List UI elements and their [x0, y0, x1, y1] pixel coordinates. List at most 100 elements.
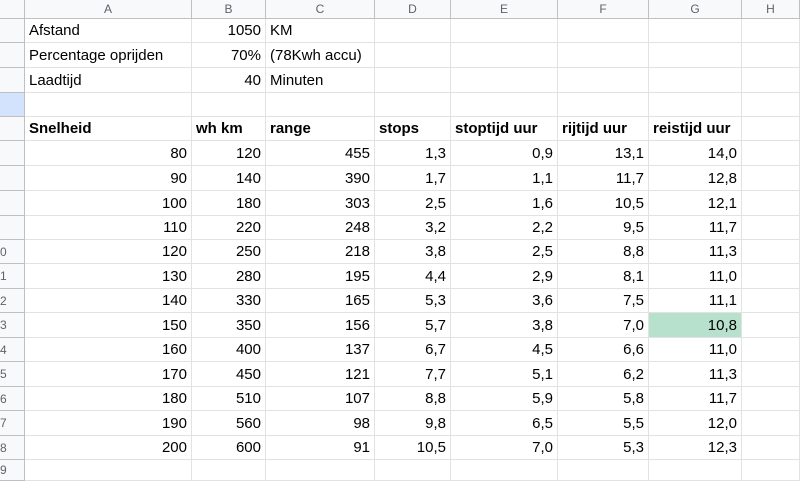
row-header[interactable]: 6 — [0, 387, 25, 411]
table-cell[interactable]: 140 — [25, 289, 192, 313]
row-header[interactable]: 7 — [0, 411, 25, 436]
empty-cell[interactable] — [375, 68, 451, 93]
table-cell[interactable]: 10,5 — [375, 436, 451, 460]
table-cell[interactable]: 80 — [25, 141, 192, 166]
empty-cell[interactable] — [742, 117, 800, 141]
empty-cell[interactable] — [742, 19, 800, 43]
table-cell[interactable]: 6,7 — [375, 338, 451, 362]
empty-cell[interactable] — [375, 460, 451, 481]
table-cell[interactable]: 98 — [266, 411, 375, 436]
table-cell[interactable]: 7,0 — [558, 313, 649, 338]
empty-cell[interactable] — [649, 460, 742, 481]
empty-cell[interactable] — [742, 43, 800, 68]
row-header[interactable] — [0, 93, 25, 117]
select-all-corner[interactable] — [0, 0, 25, 19]
table-cell[interactable]: 6,6 — [558, 338, 649, 362]
row-header[interactable]: 1 — [0, 264, 25, 289]
table-cell[interactable]: 140 — [192, 166, 266, 191]
table-cell[interactable]: 121 — [266, 362, 375, 387]
table-header[interactable]: range — [266, 117, 375, 141]
table-header[interactable]: Snelheid — [25, 117, 192, 141]
table-cell[interactable]: 3,8 — [451, 313, 558, 338]
table-cell[interactable]: 1,7 — [375, 166, 451, 191]
empty-cell[interactable] — [558, 460, 649, 481]
empty-cell[interactable] — [558, 43, 649, 68]
column-header-d[interactable]: D — [375, 0, 451, 19]
row-header[interactable]: 5 — [0, 362, 25, 387]
row-header[interactable]: 0 — [0, 240, 25, 264]
row-header[interactable] — [0, 141, 25, 166]
empty-cell[interactable] — [25, 460, 192, 481]
empty-cell[interactable] — [742, 216, 800, 240]
table-cell[interactable]: 3,2 — [375, 216, 451, 240]
empty-cell[interactable] — [192, 460, 266, 481]
table-cell[interactable]: 14,0 — [649, 141, 742, 166]
table-cell[interactable]: 100 — [25, 191, 192, 216]
empty-cell[interactable] — [742, 93, 800, 117]
empty-cell[interactable] — [451, 68, 558, 93]
table-cell[interactable]: 12,8 — [649, 166, 742, 191]
empty-cell[interactable] — [742, 387, 800, 411]
row-header[interactable]: 8 — [0, 436, 25, 460]
param-unit[interactable]: (78Kwh accu) — [266, 43, 375, 68]
table-cell[interactable]: 160 — [25, 338, 192, 362]
table-cell[interactable]: 2,5 — [375, 191, 451, 216]
empty-cell[interactable] — [375, 19, 451, 43]
table-cell[interactable]: 455 — [266, 141, 375, 166]
table-cell[interactable]: 91 — [266, 436, 375, 460]
empty-cell[interactable] — [742, 240, 800, 264]
empty-cell[interactable] — [558, 19, 649, 43]
table-cell[interactable]: 8,8 — [375, 387, 451, 411]
table-cell[interactable]: 11,3 — [649, 362, 742, 387]
empty-cell[interactable] — [558, 93, 649, 117]
empty-cell[interactable] — [742, 436, 800, 460]
table-cell[interactable]: 11,7 — [649, 387, 742, 411]
table-cell[interactable]: 8,1 — [558, 264, 649, 289]
empty-cell[interactable] — [375, 43, 451, 68]
table-cell[interactable]: 11,7 — [649, 216, 742, 240]
table-header[interactable]: reistijd uur — [649, 117, 742, 141]
table-cell[interactable]: 280 — [192, 264, 266, 289]
highlighted-cell[interactable]: 10,8 — [649, 313, 742, 338]
empty-cell[interactable] — [742, 411, 800, 436]
empty-cell[interactable] — [742, 166, 800, 191]
table-cell[interactable]: 190 — [25, 411, 192, 436]
column-header-f[interactable]: F — [558, 0, 649, 19]
param-value[interactable]: 70% — [192, 43, 266, 68]
empty-cell[interactable] — [451, 43, 558, 68]
table-cell[interactable]: 248 — [266, 216, 375, 240]
empty-cell[interactable] — [375, 93, 451, 117]
table-cell[interactable]: 3,8 — [375, 240, 451, 264]
empty-cell[interactable] — [742, 264, 800, 289]
table-cell[interactable]: 560 — [192, 411, 266, 436]
table-cell[interactable]: 11,3 — [649, 240, 742, 264]
empty-cell[interactable] — [649, 19, 742, 43]
row-header[interactable] — [0, 19, 25, 43]
empty-cell[interactable] — [742, 338, 800, 362]
empty-cell[interactable] — [742, 289, 800, 313]
column-header-g[interactable]: G — [649, 0, 742, 19]
empty-cell[interactable] — [742, 313, 800, 338]
table-header[interactable]: rijtijd uur — [558, 117, 649, 141]
column-header-e[interactable]: E — [451, 0, 558, 19]
empty-cell[interactable] — [451, 460, 558, 481]
table-cell[interactable]: 2,9 — [451, 264, 558, 289]
table-cell[interactable]: 350 — [192, 313, 266, 338]
table-cell[interactable]: 218 — [266, 240, 375, 264]
table-cell[interactable]: 3,6 — [451, 289, 558, 313]
table-cell[interactable]: 12,1 — [649, 191, 742, 216]
table-header[interactable]: stops — [375, 117, 451, 141]
empty-cell[interactable] — [742, 191, 800, 216]
table-cell[interactable]: 5,3 — [558, 436, 649, 460]
row-header[interactable] — [0, 43, 25, 68]
spreadsheet-grid[interactable]: A B C D E F G H 0 1 2 3 4 5 6 7 8 9 Afstand 1050 KM Percentag… — [0, 0, 800, 481]
table-cell[interactable]: 180 — [25, 387, 192, 411]
table-cell[interactable]: 11,0 — [649, 338, 742, 362]
param-unit[interactable]: Minuten — [266, 68, 375, 93]
table-cell[interactable]: 10,5 — [558, 191, 649, 216]
row-header[interactable]: 3 — [0, 313, 25, 338]
table-cell[interactable]: 8,8 — [558, 240, 649, 264]
row-header[interactable]: 2 — [0, 289, 25, 313]
table-cell[interactable]: 12,0 — [649, 411, 742, 436]
table-cell[interactable]: 600 — [192, 436, 266, 460]
